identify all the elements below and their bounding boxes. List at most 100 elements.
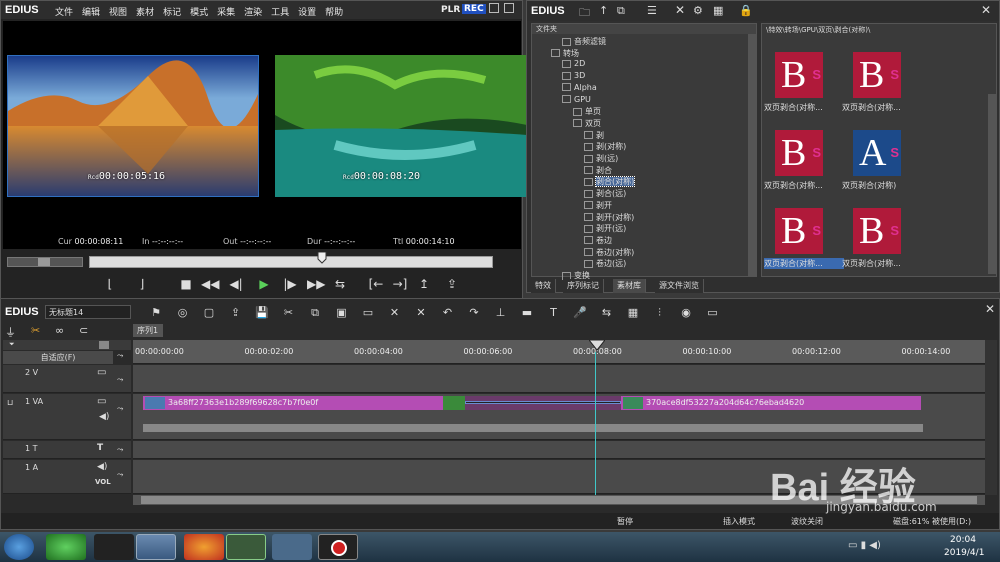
position-bar[interactable] <box>89 251 493 268</box>
tray-icons[interactable]: ▭ ▮ ◀) <box>848 540 881 551</box>
tree-item[interactable]: 剥(远) <box>584 153 618 164</box>
audio-waveform-bar[interactable] <box>143 424 923 432</box>
export-icon[interactable]: ⇪ <box>443 273 461 295</box>
minimize-icon[interactable] <box>489 3 499 13</box>
shuttle-thumb[interactable] <box>38 258 50 266</box>
start-button[interactable] <box>4 534 34 560</box>
link-icon[interactable]: ∞ <box>55 324 64 337</box>
menu-item[interactable]: 标记 <box>163 8 181 18</box>
snap-icon[interactable]: ⏚ <box>5 324 16 340</box>
copy-icon[interactable]: ⧉ <box>308 306 322 320</box>
track-visible-icon[interactable]: ▭ <box>97 396 106 407</box>
stop-icon[interactable]: ■ <box>177 273 195 295</box>
bin-tab[interactable]: 源文件浏览 <box>655 279 704 293</box>
rec-mode[interactable]: REC <box>462 4 486 14</box>
track-head-1t[interactable]: 1 T T ⤳ <box>3 441 131 459</box>
delete-icon[interactable]: ✕ <box>675 3 685 17</box>
project-name[interactable]: 无标题14 <box>45 305 131 319</box>
time-ruler[interactable]: 00:00:00:00 00:00:02:00 00:00:04:00 00:00:0… <box>133 340 985 364</box>
delete-icon[interactable]: ✕ <box>388 306 402 320</box>
tree-item[interactable]: 卷边(远) <box>584 258 626 269</box>
track-sync-icon[interactable]: ⤳ <box>117 404 123 414</box>
menu-item[interactable]: 工具 <box>271 8 289 18</box>
tree-item[interactable]: 转场 <box>551 48 579 59</box>
firefox-icon[interactable] <box>184 534 224 560</box>
overwrite-icon[interactable]: →] <box>391 273 409 295</box>
vol-label[interactable]: VOL <box>95 478 111 486</box>
timeline-vscroll[interactable] <box>985 340 997 495</box>
notes-icon[interactable] <box>272 534 312 560</box>
effect-item[interactable]: B S 双页剥合(对称... <box>764 208 848 280</box>
up-folder-icon[interactable]: ↑ <box>599 4 608 17</box>
split-icon[interactable]: ⊥ <box>494 306 508 320</box>
paste-icon[interactable]: ▣ <box>335 306 349 320</box>
ruler-options-icon[interactable]: ⤳ <box>117 351 123 361</box>
clip-2[interactable]: 370ace8df53227a204d64c76ebad4620 <box>621 396 921 410</box>
menu-item[interactable]: 采集 <box>217 8 235 18</box>
effect-item[interactable]: B S 双页剥合(对称... <box>842 52 926 124</box>
title-icon[interactable]: T <box>547 306 561 320</box>
record-preview[interactable]: Rcd00:00:08:20 <box>275 55 527 197</box>
tree-item[interactable]: 双页 <box>573 118 601 129</box>
tree-item[interactable]: 卷边 <box>584 235 612 246</box>
cut-icon[interactable]: ✂ <box>282 306 296 320</box>
tree-item[interactable]: 剥合 <box>584 165 612 176</box>
fast-forward-icon[interactable]: ▶▶ <box>307 273 325 295</box>
lock-icon[interactable]: 🔒 <box>739 4 753 17</box>
folder-icon[interactable]: 🗀 <box>579 4 590 23</box>
copy-icon[interactable]: ⧉ <box>617 4 625 18</box>
track-lane-2v[interactable] <box>133 365 985 393</box>
menu-item[interactable]: 渲染 <box>244 8 262 18</box>
step-back-icon[interactable]: ◀| <box>227 273 245 295</box>
tree-item[interactable]: 剥 <box>584 130 604 141</box>
render-icon[interactable]: ▬ <box>520 306 534 320</box>
tree-item[interactable]: 剥合(对称) <box>584 176 636 188</box>
folder-tree[interactable]: 文件夹 音频滤镜 转场 2D 3D Alpha GPU 单页 双页剥剥(对称) 剥(远) 剥合 剥合… <box>531 23 757 280</box>
menu-item[interactable]: 编辑 <box>82 8 100 18</box>
tree-item[interactable]: 剥开 <box>584 200 612 211</box>
view-icon[interactable]: ▦ <box>713 4 723 17</box>
menu-item[interactable]: 帮助 <box>325 8 343 18</box>
clock-date[interactable]: 2019/4/1 <box>944 548 984 558</box>
capture-icon[interactable]: ◎ <box>176 306 190 320</box>
tree-item[interactable]: 剥合(远) <box>584 188 626 199</box>
tree-item[interactable]: GPU <box>562 95 591 104</box>
tree-item[interactable]: Alpha <box>562 83 597 92</box>
sync-icon[interactable]: ⇆ <box>600 306 614 320</box>
razor-icon[interactable]: ✂ <box>31 324 40 337</box>
fit-mode-dropdown[interactable]: 自适应(F) <box>3 351 113 364</box>
explorer-icon[interactable] <box>136 534 176 560</box>
track-head-2v[interactable]: 2 V ▭ ⤳ <box>3 365 131 393</box>
play-icon[interactable]: ▶ <box>255 273 273 295</box>
tree-item[interactable]: 剥开(对称) <box>584 212 634 223</box>
header-toggle[interactable] <box>99 341 109 349</box>
group-icon[interactable]: ⊂ <box>79 324 88 337</box>
bin-tab[interactable]: 素材库 <box>613 279 646 293</box>
speaker-icon[interactable]: ◀) <box>99 412 109 422</box>
source-preview[interactable]: Rcd00:00:05:16 <box>7 55 259 197</box>
effect-item[interactable]: A S 双页剥合(对称) <box>842 130 926 202</box>
save-icon[interactable]: 💾 <box>255 306 269 320</box>
tree-item[interactable]: 单页 <box>573 106 601 117</box>
mic-icon[interactable]: 🎤 <box>573 306 587 320</box>
tab-sequence1[interactable]: 序列1 <box>133 324 163 337</box>
track-visible-icon[interactable]: ▭ <box>97 367 106 378</box>
effect-item[interactable]: B S 双页剥合(对称... <box>764 52 848 124</box>
split-icon[interactable]: ↥ <box>415 273 433 295</box>
edius-taskbar-icon[interactable] <box>226 534 266 560</box>
track-sync-icon[interactable]: ⤳ <box>117 445 123 455</box>
tree-scrollbar[interactable] <box>748 34 756 276</box>
effect-item[interactable]: B S 双页剥合(对称... <box>764 130 848 202</box>
tree-item[interactable]: 2D <box>562 59 585 68</box>
loop-icon[interactable]: ⇆ <box>331 273 349 295</box>
track-sync-icon[interactable]: ⤳ <box>117 470 123 480</box>
clock-time[interactable]: 20:04 <box>950 535 976 545</box>
track-sync-icon[interactable]: ⤳ <box>117 375 123 385</box>
bin-close-icon[interactable]: ✕ <box>981 3 991 17</box>
menu-item[interactable]: 设置 <box>298 8 316 18</box>
new-icon[interactable]: ▢ <box>202 306 216 320</box>
tree-item[interactable]: 剥(对称) <box>584 141 626 152</box>
qq-icon[interactable] <box>94 534 134 560</box>
tree-item[interactable]: 剥开(远) <box>584 223 626 234</box>
position-marker[interactable] <box>317 251 327 264</box>
